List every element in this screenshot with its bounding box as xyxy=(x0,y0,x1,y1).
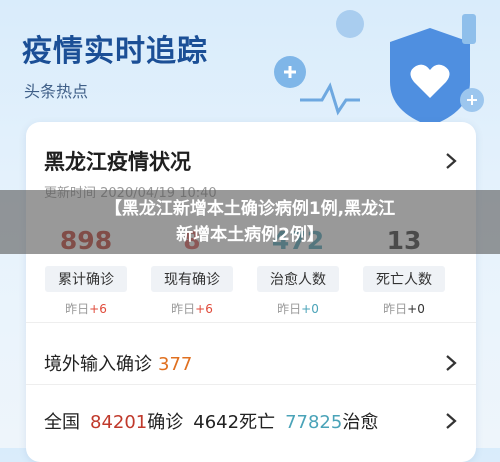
headline-line-1: 【黑龙江新增本土确诊病例1例,黑龙江 xyxy=(104,199,396,219)
mask-face-icon xyxy=(336,10,364,38)
headline-line-2: 新增本土病例2例】 xyxy=(176,225,324,245)
card-title: 黑龙江疫情状况 xyxy=(44,150,191,174)
bottle-icon xyxy=(462,14,476,44)
chevron-right-icon[interactable] xyxy=(444,354,458,372)
chevron-right-icon[interactable] xyxy=(444,152,458,170)
national-summary-row[interactable]: 全国 84201确诊 4642死亡 77825治愈 xyxy=(44,408,388,434)
divider xyxy=(26,384,476,385)
chevron-right-icon[interactable] xyxy=(444,412,458,430)
divider xyxy=(26,322,476,323)
headline-overlay: 【黑龙江新增本土确诊病例1例,黑龙江 新增本土病例2例】 xyxy=(0,190,500,254)
shield-heart-illustration xyxy=(274,10,484,126)
page-title: 疫情实时追踪 xyxy=(22,34,208,69)
page-subtitle: 头条热点 xyxy=(24,82,89,101)
imported-cases-row[interactable]: 境外输入确诊 377 xyxy=(44,350,192,376)
province-card: 黑龙江疫情状况 更新时间 2020/04/19 10:40 898 累计确诊 昨… xyxy=(26,122,476,462)
heartbeat-line-icon xyxy=(300,82,360,116)
